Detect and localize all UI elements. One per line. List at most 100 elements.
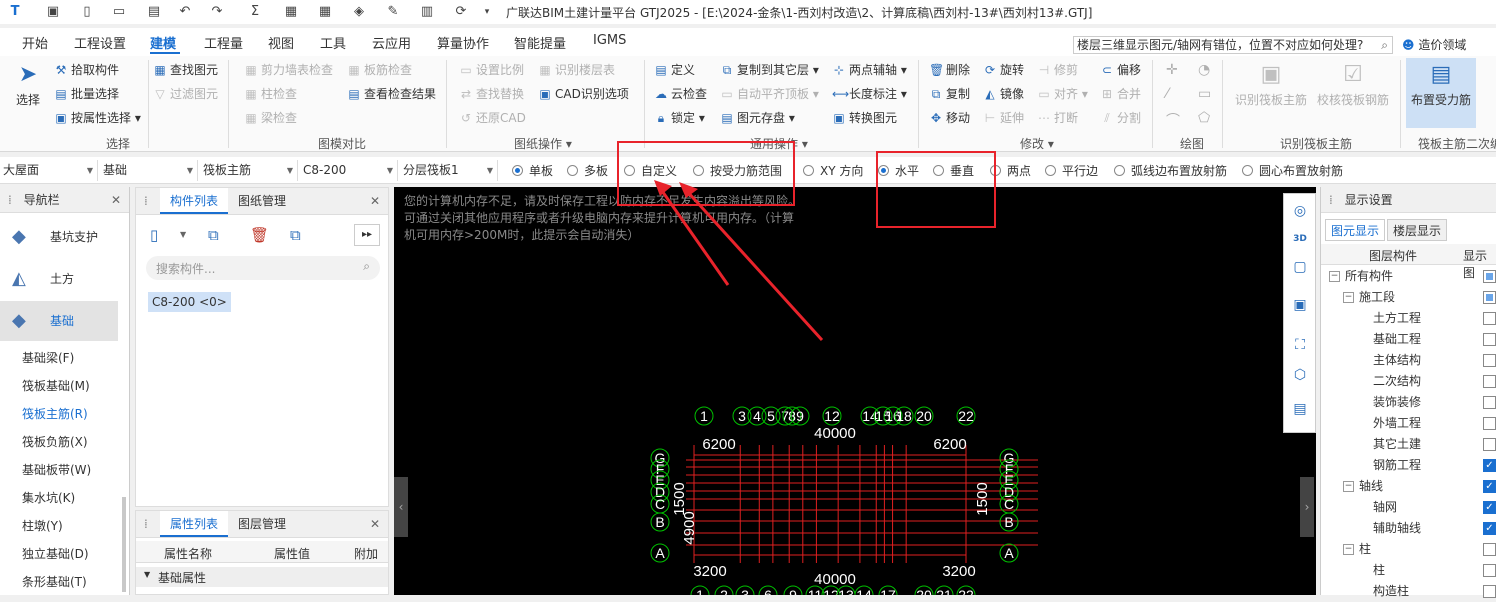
visibility-checkbox[interactable]: ✓ bbox=[1483, 501, 1496, 514]
chevron-down-icon[interactable]: ▼ bbox=[180, 230, 186, 239]
column-check-button[interactable]: ▦ 柱检查 bbox=[244, 85, 297, 102]
radio-by-rebar-range[interactable]: 按受力筋范围 bbox=[693, 162, 782, 179]
nav-item-foundation-beam[interactable]: 基础梁(F) bbox=[22, 349, 74, 366]
tree-row[interactable]: − 柱 bbox=[1321, 539, 1496, 560]
copy-to-floor-button[interactable]: ⧉ 复制到其它层 ▾ bbox=[720, 61, 819, 78]
nav-foundation[interactable]: ◆ 基础 bbox=[0, 301, 118, 341]
tab-tools[interactable]: 工具 bbox=[320, 33, 346, 52]
radio-arc-radial[interactable]: 弧线边布置放射筋 bbox=[1114, 162, 1227, 179]
mirror-button[interactable]: ◭ 镜像 bbox=[983, 85, 1024, 102]
break-button[interactable]: ⋯ 打断 bbox=[1037, 109, 1078, 126]
copy-button[interactable]: ⧉ 复制 bbox=[929, 85, 970, 102]
polygon-draw-icon[interactable]: ⬠ bbox=[1198, 110, 1210, 126]
tree-row[interactable]: 辅助轴线 ✓ bbox=[1321, 518, 1496, 539]
visibility-checkbox[interactable] bbox=[1483, 396, 1496, 409]
search-icon[interactable]: ⌕ bbox=[363, 259, 370, 274]
visibility-checkbox[interactable] bbox=[1483, 438, 1496, 451]
batch-select-button[interactable]: ▤ 批量选择 bbox=[54, 85, 119, 102]
rotate-button[interactable]: ⟳ 旋转 bbox=[983, 61, 1024, 78]
tree-row[interactable]: 装饰装修 bbox=[1321, 392, 1496, 413]
pick-component-button[interactable]: ⚒ 拾取构件 bbox=[54, 61, 119, 78]
visibility-checkbox[interactable] bbox=[1483, 270, 1496, 283]
visibility-checkbox[interactable] bbox=[1483, 312, 1496, 325]
visibility-checkbox[interactable] bbox=[1483, 375, 1496, 388]
circle-draw-icon[interactable]: ◔ bbox=[1198, 62, 1210, 78]
tree-row[interactable]: 其它土建 bbox=[1321, 434, 1496, 455]
tree-row[interactable]: 轴网 ✓ bbox=[1321, 497, 1496, 518]
tab-drawing-management[interactable]: 图纸管理 bbox=[228, 188, 296, 214]
category-select[interactable]: 基础 ▼ bbox=[100, 160, 198, 181]
tab-quantities[interactable]: 工程量 bbox=[204, 33, 243, 52]
delete-component-icon[interactable]: 🗑︎ bbox=[250, 226, 269, 244]
pencil-icon[interactable]: ✎ bbox=[384, 3, 402, 21]
user-menu[interactable]: ☻ 造价领域 bbox=[1402, 36, 1466, 53]
collapse-toggle-icon[interactable]: − bbox=[1343, 481, 1354, 492]
line-draw-icon[interactable]: ⁄ bbox=[1166, 86, 1168, 102]
tree-row[interactable]: 主体结构 bbox=[1321, 350, 1496, 371]
film-icon[interactable]: ▥ bbox=[418, 3, 436, 21]
sync-icon[interactable]: ⟳ bbox=[452, 3, 470, 21]
identify-floor-table-button[interactable]: ▦ 识别楼层表 bbox=[538, 61, 615, 78]
visibility-checkbox[interactable] bbox=[1483, 585, 1496, 598]
component-search-input[interactable]: 搜索构件... ⌕ bbox=[146, 256, 380, 280]
radio-single-slab[interactable]: 单板 bbox=[512, 162, 553, 179]
tree-row[interactable]: − 轴线 ✓ bbox=[1321, 476, 1496, 497]
more-options-icon[interactable]: ▸▸ bbox=[354, 224, 380, 246]
component-select[interactable]: C8-200 ▼ bbox=[300, 160, 398, 181]
set-scale-button[interactable]: ▭ 设置比例 bbox=[459, 61, 524, 78]
nav-item-raft-main-rebar[interactable]: 筏板主筋(R) bbox=[22, 405, 88, 422]
restore-cad-button[interactable]: ↺ 还原CAD bbox=[459, 109, 526, 126]
tree-row[interactable]: 基础工程 bbox=[1321, 329, 1496, 350]
rect-draw-icon[interactable]: ▭ bbox=[1198, 86, 1211, 102]
visibility-checkbox[interactable] bbox=[1483, 354, 1496, 367]
visibility-checkbox[interactable] bbox=[1483, 333, 1496, 346]
verify-raft-rebar-button[interactable]: ☑ 校核筏板钢筋 bbox=[1316, 62, 1390, 108]
nav-earthwork[interactable]: ◭ 土方 bbox=[0, 259, 118, 299]
tree-row[interactable]: − 所有构件 bbox=[1321, 266, 1496, 287]
radio-custom[interactable]: 自定义 bbox=[624, 162, 677, 179]
open-folder-icon[interactable]: ▭ bbox=[110, 3, 128, 21]
floor-select[interactable]: 大屋面 ▼ bbox=[0, 160, 98, 181]
property-section[interactable]: ▼ 基础属性 bbox=[136, 567, 388, 587]
define-button[interactable]: ▤ 定义 bbox=[654, 61, 695, 78]
select-button[interactable]: ➤ 选择 bbox=[12, 62, 44, 108]
visibility-checkbox[interactable]: ✓ bbox=[1483, 459, 1496, 472]
close-icon[interactable]: ✕ bbox=[111, 187, 121, 213]
trim-button[interactable]: ⊣ 修剪 bbox=[1037, 61, 1078, 78]
tree-row[interactable]: 构造柱 bbox=[1321, 581, 1496, 602]
radio-center-radial[interactable]: 圆心布置放射筋 bbox=[1242, 162, 1343, 179]
collapse-toggle-icon[interactable]: − bbox=[1343, 544, 1354, 555]
save-element-button[interactable]: ▤ 图元存盘 ▾ bbox=[720, 109, 795, 126]
slab-rebar-check-button[interactable]: ▦ 板筋检查 bbox=[347, 61, 412, 78]
tab-element-display[interactable]: 图元显示 bbox=[1325, 219, 1386, 241]
visibility-checkbox[interactable]: ✓ bbox=[1483, 522, 1496, 535]
tab-floor-display[interactable]: 楼层显示 bbox=[1387, 219, 1448, 241]
arc-draw-icon[interactable]: ⌒ bbox=[1166, 110, 1180, 130]
duplicate-component-icon[interactable]: ⧉ bbox=[290, 226, 301, 244]
nav-item-strip-foundation[interactable]: 条形基础(T) bbox=[22, 573, 87, 590]
visibility-checkbox[interactable]: ✓ bbox=[1483, 480, 1496, 493]
sum-icon[interactable]: Σ bbox=[246, 3, 264, 21]
zoom-extent-icon[interactable]: ⛶ bbox=[1291, 336, 1309, 354]
calculator-icon[interactable]: ▦ bbox=[282, 3, 300, 21]
tab-layer-management[interactable]: 图层管理 bbox=[228, 511, 296, 537]
tab-project-settings[interactable]: 工程设置 bbox=[74, 33, 126, 52]
tree-row[interactable]: 柱 bbox=[1321, 560, 1496, 581]
tree-row[interactable]: 钢筋工程 ✓ bbox=[1321, 455, 1496, 476]
collapse-right-icon[interactable]: › bbox=[1300, 477, 1314, 537]
find-replace-button[interactable]: ⇄ 查找替换 bbox=[459, 85, 524, 102]
visibility-checkbox[interactable] bbox=[1483, 543, 1496, 556]
nav-item-raft-negative-rebar[interactable]: 筏板负筋(X) bbox=[22, 433, 88, 450]
tab-smart-extract[interactable]: 智能提量 bbox=[514, 33, 566, 52]
drawing-canvas[interactable]: 您的计算机内存不足，请及时保存工程以防内存不足发生内容溢出等风险。可通过关闭其他… bbox=[394, 187, 1316, 595]
copy-component-icon[interactable]: ⧉ bbox=[208, 226, 219, 244]
radio-multi-slab[interactable]: 多板 bbox=[567, 162, 608, 179]
cloud-check-button[interactable]: ☁ 云检查 bbox=[654, 85, 707, 102]
arrange-rebar-button[interactable]: ▤ 布置受力筋 bbox=[1406, 58, 1476, 128]
new-component-icon[interactable]: ▯ bbox=[150, 226, 158, 244]
tab-start[interactable]: 开始 bbox=[22, 33, 48, 52]
orbit-icon[interactable]: ◎ bbox=[1291, 202, 1309, 220]
visibility-checkbox[interactable] bbox=[1483, 291, 1496, 304]
filter-element-button[interactable]: ▽ 过滤图元 bbox=[153, 85, 218, 102]
table-icon[interactable]: ▦ bbox=[316, 3, 334, 21]
